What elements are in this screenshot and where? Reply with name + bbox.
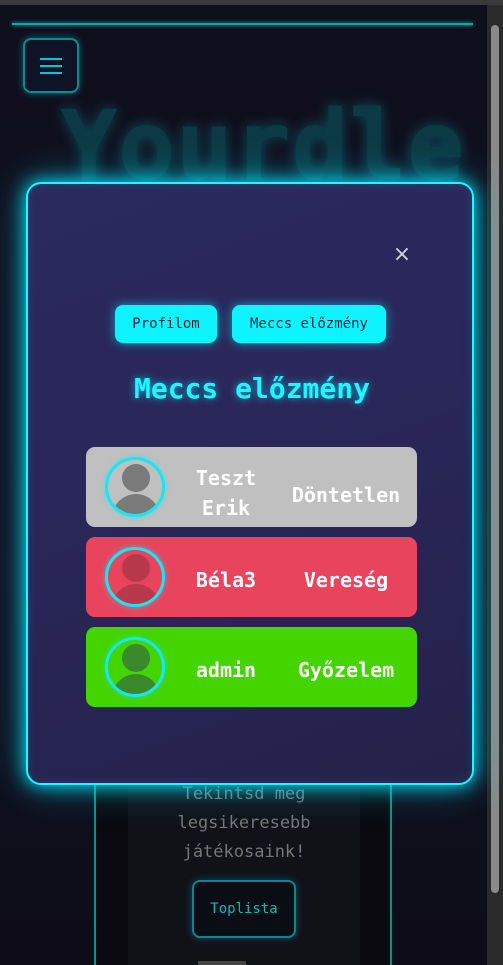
leaderboard-card-text: Tekintsd meg legsikeresebb játékosaink! — [128, 780, 360, 867]
leaderboard-card-inner: Tekintsd meg legsikeresebb játékosaink! … — [128, 770, 360, 965]
hamburger-icon — [40, 57, 62, 75]
match-row: Teszt Erik Döntetlen — [86, 447, 417, 527]
leaderboard-text-line: legsikeresebb — [177, 813, 311, 833]
match-result: Vereség — [303, 568, 389, 592]
avatar-head — [122, 464, 150, 492]
player-name-line: Teszt — [195, 466, 257, 490]
player-name: admin — [195, 658, 257, 682]
match-result: Győzelem — [297, 658, 395, 682]
player-name: Teszt Erik — [186, 463, 266, 523]
player-name: Béla3 — [195, 568, 257, 592]
match-row: admin Győzelem — [86, 627, 417, 707]
match-row: Béla3 Vereség — [86, 537, 417, 617]
match-history-modal: × Profilom Meccs előzmény Meccs előzmény… — [26, 182, 474, 785]
avatar — [105, 637, 165, 697]
avatar-body — [112, 674, 160, 694]
avatar-body — [112, 584, 160, 604]
avatar — [105, 457, 165, 517]
leaderboard-card: Tekintsd meg legsikeresebb játékosaink! … — [94, 770, 392, 965]
avatar-body — [112, 494, 160, 514]
modal-title: Meccs előzmény — [133, 372, 370, 405]
tab-profile[interactable]: Profilom — [115, 305, 217, 343]
tab-match-history[interactable]: Meccs előzmény — [232, 305, 386, 343]
match-result: Döntetlen — [291, 483, 401, 507]
scroll-indicator — [198, 961, 246, 965]
close-icon[interactable]: × — [392, 244, 412, 266]
header-divider — [12, 23, 473, 25]
leaderboard-text-line: játékosaink! — [182, 842, 306, 862]
avatar-head — [122, 644, 150, 672]
leaderboard-button[interactable]: Toplista — [192, 880, 296, 938]
menu-button[interactable] — [23, 38, 79, 93]
avatar-head — [122, 554, 150, 582]
scrollbar-track[interactable] — [487, 5, 503, 965]
player-name-line: Erik — [201, 496, 251, 520]
avatar — [105, 547, 165, 607]
scrollbar-thumb[interactable] — [491, 25, 499, 893]
